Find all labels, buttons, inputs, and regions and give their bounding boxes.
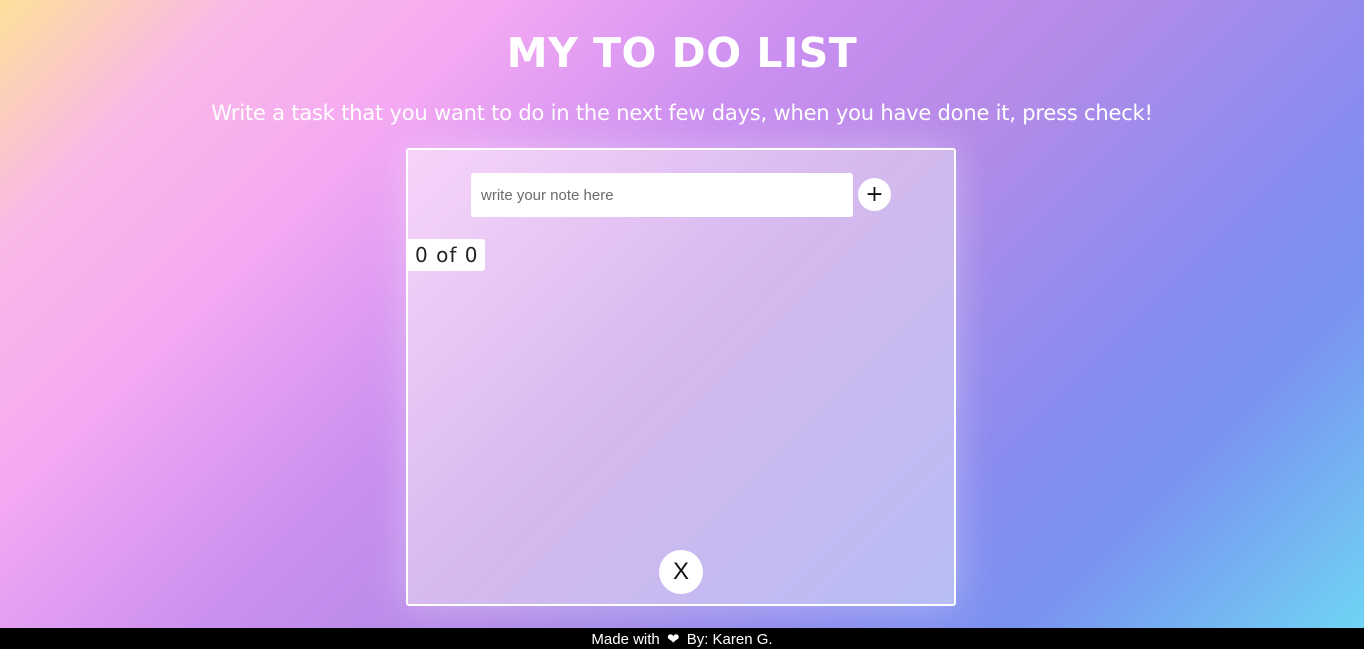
counter-done: 0 [415,243,429,267]
note-input[interactable] [471,173,853,217]
clear-button[interactable]: X [659,550,703,594]
plus-icon: + [865,181,884,207]
page-title: MY TO DO LIST [506,29,858,77]
counter-total: 0 [464,243,479,267]
page-subtitle: Write a task that you want to do in the … [211,101,1153,125]
add-button[interactable]: + [858,178,891,211]
footer: Made with ❤ By: Karen G. [0,628,1364,649]
heart-icon: ❤ [666,631,680,648]
footer-author: By: Karen G. [686,631,773,648]
footer-made-with: Made with [591,631,660,648]
counter-of: of [436,243,458,267]
task-counter: 0 of 0 [408,239,486,271]
todo-card: + 0 of 0 X [406,148,956,606]
